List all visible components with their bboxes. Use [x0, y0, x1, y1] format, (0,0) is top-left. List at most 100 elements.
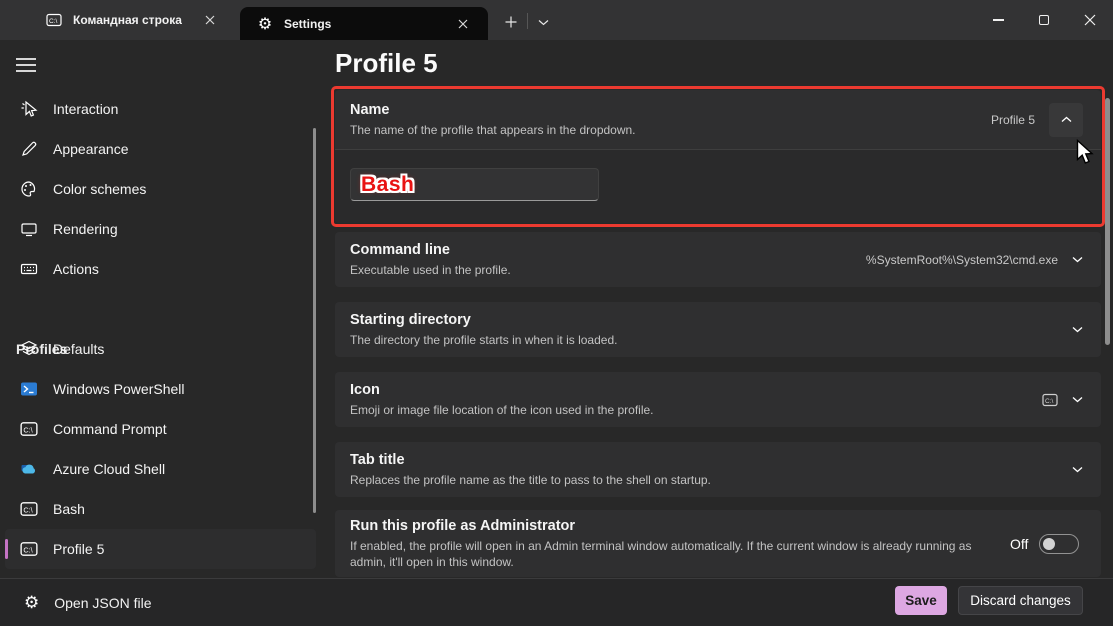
- tab-label: Settings: [284, 17, 450, 31]
- admin-toggle-switch[interactable]: [1039, 534, 1079, 554]
- discard-changes-button[interactable]: Discard changes: [958, 586, 1083, 615]
- sidebar-item-appearance[interactable]: Appearance: [5, 129, 316, 169]
- expand-button[interactable]: [1072, 396, 1083, 403]
- tab-dropdown-button[interactable]: [528, 7, 558, 37]
- sidebar-item-label: Interaction: [53, 101, 118, 117]
- setting-subtitle: The directory the profile starts in when…: [350, 332, 1072, 348]
- setting-title: Tab title: [350, 452, 1072, 468]
- toggle-knob: [1043, 538, 1055, 550]
- setting-card-run-as-administrator[interactable]: Run this profile as Administrator If ena…: [335, 510, 1101, 577]
- svg-text:C:\: C:\: [1045, 398, 1054, 405]
- sidebar-scrollbar[interactable]: [313, 128, 316, 513]
- sidebar-item-windows-powershell[interactable]: Windows PowerShell: [5, 369, 316, 409]
- gear-icon: ⚙: [257, 16, 273, 32]
- terminal-icon: C:\: [46, 12, 62, 28]
- window-controls: [975, 0, 1113, 40]
- chevron-down-icon: [1072, 256, 1083, 263]
- minimize-icon: [993, 19, 1004, 20]
- annotated-input-text: Bash: [361, 173, 414, 197]
- sidebar-item-label: Rendering: [53, 221, 118, 237]
- terminal-icon: C:\: [1042, 392, 1058, 408]
- sidebar-item-profile-5[interactable]: C:\ Profile 5: [5, 529, 316, 569]
- sidebar-item-label: Color schemes: [53, 181, 146, 197]
- sidebar-item-label: Appearance: [53, 141, 129, 157]
- expand-button[interactable]: [1072, 256, 1083, 263]
- sidebar-item-interaction[interactable]: Interaction: [5, 89, 316, 129]
- brush-icon: [20, 140, 38, 158]
- close-tab-icon[interactable]: [197, 7, 223, 33]
- setting-card-tab-title[interactable]: Tab title Replaces the profile name as t…: [335, 442, 1101, 497]
- monitor-icon: [20, 220, 38, 238]
- windows-terminal-settings-window: C:\ Командная строка ⚙ Settings: [0, 0, 1113, 626]
- sidebar-item-label: Bash: [53, 501, 85, 517]
- chevron-down-icon: [1072, 396, 1083, 403]
- title-bar: C:\ Командная строка ⚙ Settings: [0, 0, 1113, 40]
- setting-card-command-line[interactable]: Command line Executable used in the prof…: [335, 232, 1101, 287]
- content-scrollbar[interactable]: [1105, 98, 1110, 345]
- sidebar-item-label: Azure Cloud Shell: [53, 461, 165, 477]
- close-window-button[interactable]: [1067, 0, 1113, 40]
- setting-title: Command line: [350, 242, 866, 258]
- setting-card-starting-directory[interactable]: Starting directory The directory the pro…: [335, 302, 1101, 357]
- setting-title: Run this profile as Administrator: [350, 518, 1010, 534]
- sidebar-item-azure-cloud-shell[interactable]: Azure Cloud Shell: [5, 449, 316, 489]
- close-tab-icon[interactable]: [450, 11, 476, 37]
- svg-text:C:\: C:\: [23, 425, 33, 434]
- sidebar-item-label: Windows PowerShell: [53, 381, 185, 397]
- sidebar-item-color-schemes[interactable]: Color schemes: [5, 169, 316, 209]
- toggle-state-label: Off: [1010, 536, 1028, 552]
- svg-text:C:\: C:\: [49, 18, 58, 25]
- chevron-down-icon: [1072, 326, 1083, 333]
- tab-settings[interactable]: ⚙ Settings: [240, 7, 488, 40]
- profile-name-input[interactable]: Bash: [350, 168, 599, 201]
- setting-card-icon[interactable]: Icon Emoji or image file location of the…: [335, 372, 1101, 427]
- open-json-file-button[interactable]: ⚙ Open JSON file: [16, 586, 160, 620]
- maximize-icon: [1039, 15, 1049, 25]
- mouse-cursor: [1076, 139, 1095, 166]
- sidebar-item-label: Actions: [53, 261, 99, 277]
- name-expander-body: Bash: [335, 149, 1101, 223]
- footer-bar: ⚙ Open JSON file Save Discard changes: [0, 578, 1113, 626]
- sidebar-item-defaults[interactable]: Defaults: [5, 329, 316, 369]
- setting-subtitle: Executable used in the profile.: [350, 262, 866, 278]
- expand-button[interactable]: [1072, 326, 1083, 333]
- cloud-icon: [20, 460, 38, 478]
- sidebar-item-actions[interactable]: Actions: [5, 249, 316, 289]
- sidebar-item-command-prompt[interactable]: C:\ Command Prompt: [5, 409, 316, 449]
- setting-title: Name: [350, 102, 991, 118]
- sidebar-item-bash[interactable]: C:\ Bash: [5, 489, 316, 529]
- setting-subtitle: The name of the profile that appears in …: [350, 122, 991, 138]
- sidebar-item-rendering[interactable]: Rendering: [5, 209, 316, 249]
- setting-value: %SystemRoot%\System32\cmd.exe: [866, 253, 1058, 267]
- hamburger-menu-button[interactable]: [14, 54, 38, 76]
- chevron-down-icon: [1072, 466, 1083, 473]
- close-icon: [1084, 14, 1096, 26]
- new-tab-button[interactable]: [496, 7, 526, 37]
- chevron-up-icon: [1061, 116, 1072, 123]
- tab-label: Командная строка: [73, 13, 197, 27]
- maximize-button[interactable]: [1021, 0, 1067, 40]
- collapse-button[interactable]: [1049, 103, 1083, 137]
- gear-icon: ⚙: [24, 595, 39, 612]
- sidebar-item-label: Defaults: [53, 341, 104, 357]
- setting-title: Icon: [350, 382, 1042, 398]
- open-json-label: Open JSON file: [54, 595, 151, 611]
- selected-accent-bar: [5, 539, 8, 559]
- keyboard-icon: [20, 260, 38, 278]
- svg-text:C:\: C:\: [23, 545, 33, 554]
- page-title: Profile 5: [335, 48, 438, 79]
- tab-command-prompt[interactable]: C:\ Командная строка: [30, 0, 235, 40]
- setting-subtitle: If enabled, the profile will open in an …: [350, 538, 1010, 570]
- layers-icon: [20, 340, 38, 358]
- minimize-button[interactable]: [975, 0, 1021, 40]
- setting-subtitle: Replaces the profile name as the title t…: [350, 472, 1072, 488]
- expand-button[interactable]: [1072, 466, 1083, 473]
- save-button[interactable]: Save: [895, 586, 947, 615]
- svg-text:C:\: C:\: [23, 505, 33, 514]
- setting-subtitle: Emoji or image file location of the icon…: [350, 402, 1042, 418]
- hamburger-icon: [16, 58, 36, 72]
- setting-card-name[interactable]: Name The name of the profile that appear…: [335, 90, 1101, 223]
- terminal-icon: C:\: [20, 420, 38, 438]
- terminal-icon: C:\: [20, 540, 38, 558]
- sidebar-item-label: Profile 5: [53, 541, 104, 557]
